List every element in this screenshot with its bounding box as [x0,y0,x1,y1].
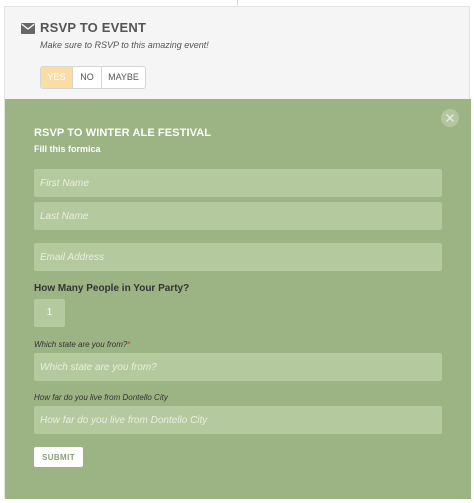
rsvp-header: RSVP TO EVENT Make sure to RSVP to this … [5,7,469,99]
submit-button[interactable]: SUBMIT [34,447,83,467]
rsvp-choice-group: YES NO MAYBE [40,66,146,89]
close-icon [446,114,454,122]
distance-field[interactable] [34,406,442,434]
header-title: RSVP TO EVENT [40,20,147,35]
required-mark: * [127,340,131,349]
close-button[interactable] [441,109,459,127]
email-field[interactable] [34,243,442,271]
first-name-field[interactable] [34,169,442,197]
party-size-stepper[interactable]: 1 [34,299,65,327]
rsvp-form-panel: RSVP TO WINTER ALE FESTIVAL Fill this fo… [5,99,471,499]
rsvp-card: RSVP TO EVENT Make sure to RSVP to this … [4,6,471,499]
form-subtitle: Fill this formica [34,144,101,154]
envelope-icon [21,23,35,34]
distance-label: How far do you live from Dontello City [34,393,168,402]
state-label-text: Which state are you from? [34,340,128,349]
rsvp-yes-button[interactable]: YES [41,67,72,88]
state-field[interactable] [34,353,442,381]
header-subtitle: Make sure to RSVP to this amazing event! [40,40,209,50]
last-name-field[interactable] [34,202,442,230]
form-title: RSVP TO WINTER ALE FESTIVAL [34,127,212,139]
rsvp-maybe-button[interactable]: MAYBE [101,67,145,88]
party-size-label: How Many People in Your Party? [34,283,190,294]
state-label: Which state are you from?* [34,340,131,349]
rsvp-no-button[interactable]: NO [72,67,101,88]
